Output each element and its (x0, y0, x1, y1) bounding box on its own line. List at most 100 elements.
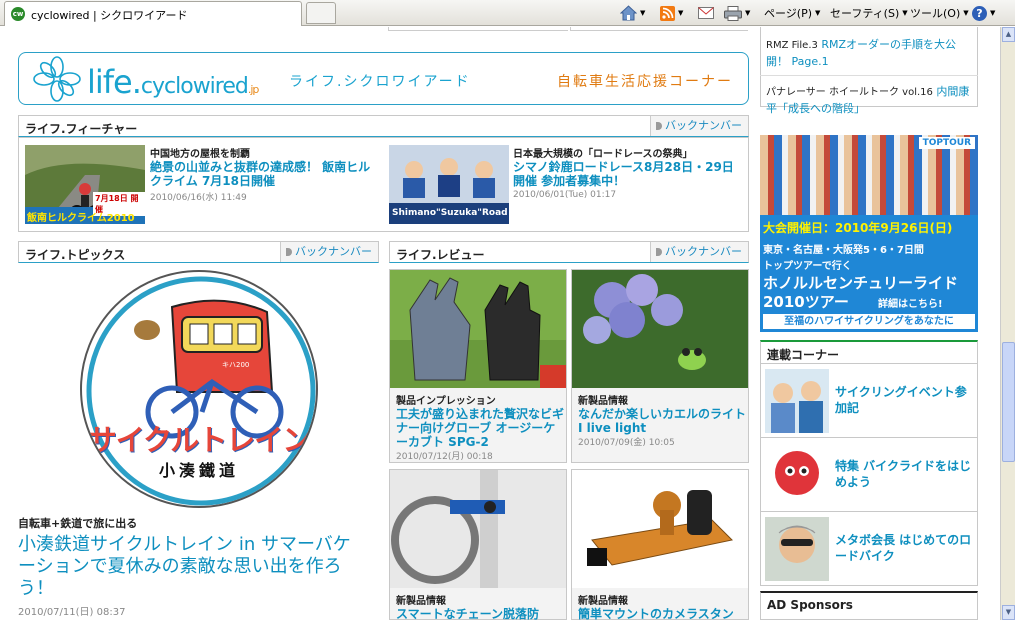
site-logo: life.cyclowired.jp (87, 63, 260, 101)
kominato-railway-text: 小湊鐵道 (158, 461, 239, 480)
page-menu-label: ページ(P) (764, 7, 812, 20)
print-button[interactable]: ▼ (724, 4, 750, 22)
thumb-2-caption: Shimano"Suzuka"Road (392, 208, 508, 218)
sponsors-title: AD Sponsors (767, 598, 853, 612)
feature-title: ライフ.フィーチャー (25, 122, 138, 136)
page-content: life.cyclowired.jp ライフ.シクロワイアード 自転車生活応援コ… (0, 27, 1000, 621)
frog-light-photo (572, 270, 748, 388)
serial-header: 連載コーナー (760, 340, 978, 364)
serial-item-2[interactable]: 特集 バイクライドをはじめよう (760, 438, 978, 512)
serial-title: 連載コーナー (767, 348, 840, 362)
topics-category: 自転車+鉄道で旅に出る (18, 517, 138, 530)
tools-menu[interactable]: ツール(O) ▼ (910, 4, 969, 22)
rss-icon (660, 5, 675, 21)
review-header: ライフ.レビュー バックナンバー (389, 241, 749, 263)
serial-item-3-text[interactable]: メタボ会長 はじめてのロードバイク (835, 532, 975, 564)
ad-year: 2010ツアー (763, 293, 849, 311)
tab-title: cyclowired | シクロワイアード (31, 9, 188, 22)
review-card-1[interactable]: 製品インプレッション 工夫が盛り込まれた贅沢なビギナー向けグローブ オージーケー… (389, 269, 567, 463)
ad-footer: 至福のハワイサイクリングをあなたに (763, 314, 975, 329)
feature-item-1[interactable]: 中国地方の屋根を制覇 絶景の山並みと抜群の達成感！ 飯南ヒルクライム 7月18日… (150, 145, 382, 203)
review-card-4[interactable]: 新製品情報 簡単マウントのカメラスタン (571, 469, 749, 621)
ad-lead: トップツアーで行く (763, 261, 852, 272)
logo-tld: .jp (247, 83, 260, 96)
feature-item-1-headline[interactable]: 絶景の山並みと抜群の達成感！ 飯南ヒルクライム 7月18日開催 (150, 160, 382, 188)
banner-subtitle: ライフ.シクロワイアード (289, 74, 471, 90)
logo-brand: cyclowired (140, 74, 249, 99)
glove-photo (390, 270, 566, 388)
help-menu[interactable]: ? ▼ (972, 4, 995, 22)
feature-item-2-headline[interactable]: シマノ鈴鹿ロードレース8月28日・29日開催 参加者募集中！ (513, 160, 745, 188)
cycle-train-logo[interactable]: キハ200 サイクルトレイン 小湊鐵道 (80, 270, 318, 508)
review-back-number-link[interactable]: バックナンバー (650, 242, 748, 262)
browser-tab[interactable]: cw cyclowired | シクロワイアード (4, 1, 302, 26)
review-item-2-date: 2010/07/09(金) 10:05 (578, 438, 675, 448)
mail-icon (698, 7, 714, 19)
new-tab-button[interactable] (306, 2, 336, 24)
review-item-4-text: 新製品情報 簡単マウントのカメラスタン (578, 592, 746, 621)
review-card-2[interactable]: 新製品情報 なんだか楽しいカエルのライト I live light 2010/0… (571, 269, 749, 463)
life-banner[interactable]: life.cyclowired.jp ライフ.シクロワイアード 自転車生活応援コ… (18, 52, 749, 105)
review-item-3-headline[interactable]: スマートなチェーン脱落防 (396, 607, 564, 621)
topics-header: ライフ.トピックス バックナンバー (18, 241, 379, 263)
serial-item-1-text[interactable]: サイクリングイベント参加記 (835, 384, 975, 416)
tools-menu-label: ツール(O) (910, 7, 961, 20)
home-button[interactable]: ▼ (620, 4, 645, 22)
topics-headline[interactable]: 小湊鉄道サイクルトレイン in サマーバケーションで夏休みの素敵な思い出を作ろう… (18, 534, 368, 600)
vertical-scrollbar[interactable]: ▲ ▼ (1000, 27, 1015, 620)
feature-thumb-1[interactable]: 7月18日 開催 飯南ヒルクライム2010 (25, 145, 145, 224)
right-link-1[interactable]: RMZ File.3 RMZオーダーの手順を大公開！ Page.1 (760, 37, 978, 70)
review-card-3[interactable]: 新製品情報 スマートなチェーン脱落防 (389, 469, 567, 621)
chain-guide-photo (390, 470, 566, 588)
feature-item-1-category: 中国地方の屋根を制覇 (150, 149, 250, 160)
review-item-2-text: 新製品情報 なんだか楽しいカエルのライト I live light 2010/0… (578, 392, 746, 448)
serial-item-2-text[interactable]: 特集 バイクライドをはじめよう (835, 458, 975, 490)
cycle-train-text: サイクルトレイン (87, 423, 312, 457)
right-link-1-prefix: RMZ File.3 (766, 40, 818, 51)
honolulu-ad[interactable]: TOPTOUR 大会開催日：2010年9月26日(日) 東京・名古屋・大阪発5・… (760, 135, 978, 332)
logo-life: life. (87, 63, 142, 101)
review-item-2-headline[interactable]: なんだか楽しいカエルのライト I live light (578, 407, 746, 435)
serial-item-1[interactable]: サイクリングイベント参加記 (760, 364, 978, 438)
review-item-1-headline[interactable]: 工夫が盛り込まれた贅沢なビギナー向けグローブ オージーケーカブト SPG-2 (396, 407, 564, 449)
serial-item-3[interactable]: メタボ会長 はじめてのロードバイク (760, 512, 978, 586)
camera-mount-photo (572, 470, 748, 588)
feature-item-2[interactable]: 日本最大規模の「ロードレースの祭典」 シマノ鈴鹿ロードレース8月28日・29日開… (513, 145, 745, 200)
feature-header: ライフ.フィーチャー バックナンバー (18, 115, 749, 137)
scroll-down-arrow-icon[interactable]: ▼ (1002, 605, 1015, 620)
thumb-1-caption: 飯南ヒルクライム2010 (27, 213, 135, 224)
topics-title: ライフ.トピックス (25, 248, 126, 262)
feature-thumb-2[interactable]: Shimano"Suzuka"Road (389, 145, 509, 224)
review-item-1-category: 製品インプレッション (396, 396, 496, 407)
serial-item-2-photo (765, 443, 829, 507)
right-links-divider (760, 75, 978, 76)
scroll-up-arrow-icon[interactable]: ▲ (1002, 27, 1015, 42)
ad-cities: 東京・名古屋・大阪発5・6・7日間 (763, 245, 924, 256)
scroll-thumb[interactable] (1002, 342, 1015, 462)
ad-detail-link[interactable]: 詳細はこちら! (878, 295, 943, 310)
page-menu[interactable]: ページ(P) ▼ (764, 4, 820, 22)
print-icon (724, 5, 742, 21)
topics-back-number-link[interactable]: バックナンバー (280, 242, 378, 262)
safety-menu[interactable]: セーフティ(S) ▼ (830, 4, 908, 22)
right-link-2[interactable]: パナレーサー ホイールトーク vol.16 内間康平「成長への階段」 (760, 84, 978, 117)
top-divider-2 (570, 27, 748, 31)
ad-main: ホノルルセンチュリーライド (763, 274, 959, 292)
home-icon (620, 5, 637, 21)
feature-back-number-link[interactable]: バックナンバー (650, 116, 748, 136)
sponsors-header: AD Sponsors (760, 591, 978, 620)
serial-item-3-photo (765, 517, 829, 581)
serial-item-1-photo (765, 369, 829, 433)
review-item-1-text: 製品インプレッション 工夫が盛り込まれた贅沢なビギナー向けグローブ オージーケー… (396, 392, 564, 462)
ad-brand: TOPTOUR (918, 137, 975, 149)
ad-date-line: 大会開催日：2010年9月26日(日) (760, 217, 978, 237)
feeds-button[interactable]: ▼ (660, 4, 683, 22)
top-divider (388, 27, 568, 31)
review-item-4-headline[interactable]: 簡単マウントのカメラスタン (578, 607, 746, 621)
flower-logo-icon (33, 56, 81, 102)
feature-item-2-category: 日本最大規模の「ロードレースの祭典」 (513, 149, 693, 160)
browser-toolbar: cw cyclowired | シクロワイアード ▼ ▼ ▼ ページ(P) ▼ セ… (0, 0, 1015, 26)
feature-item-1-date: 2010/06/16(水) 11:49 (150, 193, 247, 203)
mail-button[interactable] (698, 4, 714, 22)
review-title: ライフ.レビュー (396, 248, 485, 262)
